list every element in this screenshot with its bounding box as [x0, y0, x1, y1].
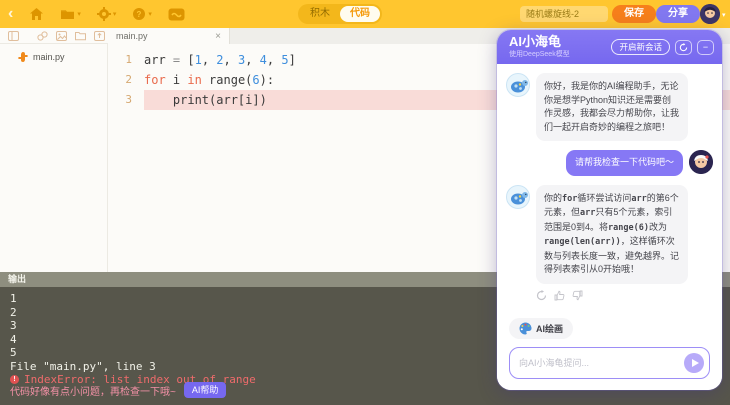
thumbs-up-icon[interactable]: [554, 290, 565, 301]
line-number: 2: [108, 70, 144, 90]
file-item-main-py[interactable]: main.py: [0, 44, 107, 62]
settings-menu[interactable]: ▾: [97, 7, 117, 21]
message-actions: [536, 290, 713, 301]
share-button[interactable]: 分享: [656, 5, 700, 23]
user-message: 请帮我检查一下代码吧～: [506, 150, 713, 176]
line-number: 1: [108, 50, 144, 70]
user-avatar: [689, 150, 713, 174]
console-hint-row: 代码好像有点小问题，再检查一下哦~ AI帮助: [10, 382, 226, 398]
turtle-avatar: [506, 73, 530, 97]
regenerate-icon[interactable]: [536, 290, 547, 301]
avatar[interactable]: [700, 4, 720, 24]
palette-icon: [519, 322, 532, 335]
ai-draw-chip[interactable]: AI绘画: [509, 318, 573, 339]
sidebar-toggle-icon[interactable]: [8, 31, 19, 41]
svg-text:?: ?: [137, 10, 142, 19]
minimize-icon[interactable]: −: [697, 40, 714, 55]
ai-panel-bottom: AI绘画: [497, 312, 722, 390]
chevron-down-icon: ▾: [77, 10, 81, 18]
chevron-down-icon[interactable]: ▾: [722, 11, 726, 19]
folder-icon[interactable]: [75, 31, 86, 41]
ai-assistant-panel: AI小海龟 使用DeepSeek模型 开启新会话 − 你好，我是你的AI编程助手…: [497, 30, 722, 390]
turtle-avatar: [506, 185, 530, 209]
app-badge-icon[interactable]: [168, 8, 185, 21]
back-icon[interactable]: ‹: [8, 0, 13, 28]
ai-panel-subtitle: 使用DeepSeek模型: [509, 50, 611, 59]
tab-main-py[interactable]: main.py ×: [108, 28, 230, 44]
save-button[interactable]: 保存: [612, 5, 656, 23]
image-icon[interactable]: [56, 31, 67, 41]
line-number: 3: [108, 90, 144, 110]
editor-toolbar: [0, 28, 108, 44]
refresh-icon[interactable]: [675, 40, 692, 55]
ai-message: 你的for循环尝试访问arr的第6个元素，但arr只有5个元素，索引范围是0到4…: [506, 185, 713, 284]
chevron-down-icon: ▾: [113, 10, 117, 18]
topbar: ‹ ▾ ▾ ? ▾ 积木 代码 随机螺旋线-2 保存 分享 ▾: [0, 0, 730, 28]
ai-help-button[interactable]: AI帮助: [184, 382, 227, 398]
upload-icon[interactable]: [94, 31, 105, 41]
home-icon[interactable]: [29, 7, 44, 21]
chat-area[interactable]: 你好，我是你的AI编程助手，无论你是想学Python知识还是需要创作灵感，我都会…: [497, 64, 722, 312]
ai-message-bubble: 你好，我是你的AI编程助手，无论你是想学Python知识还是需要创作灵感，我都会…: [536, 73, 688, 141]
user-message-bubble: 请帮我检查一下代码吧～: [566, 150, 683, 176]
close-icon[interactable]: ×: [215, 31, 221, 42]
send-icon: [692, 359, 699, 367]
mode-blocks-tab[interactable]: 积木: [300, 6, 340, 22]
project-title-input[interactable]: 随机螺旋线-2: [520, 6, 608, 22]
file-name: main.py: [33, 52, 65, 62]
tab-label: main.py: [116, 31, 148, 41]
app-window: ‹ ▾ ▾ ? ▾ 积木 代码 随机螺旋线-2 保存 分享 ▾: [0, 0, 730, 405]
mode-code-tab[interactable]: 代码: [340, 6, 380, 22]
chevron-down-icon: ▾: [148, 10, 152, 18]
hint-text: 代码好像有点小问题，再检查一下哦~: [10, 383, 176, 398]
ai-panel-title: AI小海龟: [509, 34, 611, 50]
folder-menu[interactable]: ▾: [60, 8, 81, 20]
file-tree: main.py: [0, 44, 108, 272]
ai-reply-bubble: 你的for循环尝试访问arr的第6个元素，但arr只有5个元素，索引范围是0到4…: [536, 185, 688, 284]
ai-draw-label: AI绘画: [536, 322, 563, 335]
help-menu[interactable]: ? ▾: [132, 7, 152, 21]
send-button[interactable]: [684, 353, 704, 373]
ai-panel-header: AI小海龟 使用DeepSeek模型 开启新会话 −: [497, 30, 722, 64]
ai-message: 你好，我是你的AI编程助手，无论你是想学Python知识还是需要创作灵感，我都会…: [506, 73, 713, 141]
thumbs-down-icon[interactable]: [572, 290, 583, 301]
new-chat-button[interactable]: 开启新会话: [611, 39, 670, 55]
mode-toggle: 积木 代码: [298, 4, 382, 24]
ask-input-box: [509, 347, 710, 379]
python-file-icon: [18, 52, 28, 62]
link-icon[interactable]: [37, 31, 48, 41]
ask-input[interactable]: [519, 358, 684, 368]
